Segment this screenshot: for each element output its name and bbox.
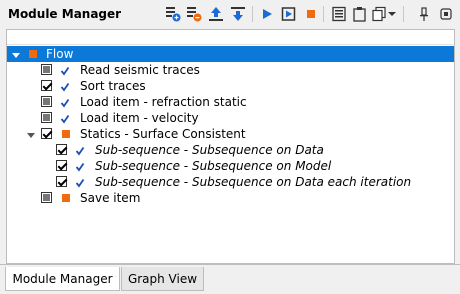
enable-checkbox[interactable]: [41, 64, 52, 75]
tree-row[interactable]: Sub-sequence - Subsequence on Model: [7, 158, 454, 174]
status-check-icon: [75, 177, 85, 188]
move-up-icon[interactable]: [208, 5, 224, 23]
toolbar-separator: [323, 6, 324, 22]
run-icon[interactable]: [259, 5, 275, 23]
stop-icon[interactable]: [303, 5, 319, 23]
tab-graph-view[interactable]: Graph View: [121, 267, 204, 291]
tree-row-flow[interactable]: Flow: [7, 46, 454, 62]
collapse-arrow-icon[interactable]: [11, 49, 21, 59]
tree-row-label: Read seismic traces: [80, 63, 200, 77]
add-module-icon[interactable]: [165, 5, 181, 23]
status-check-icon: [60, 97, 70, 108]
tab-module-manager[interactable]: Module Manager: [5, 267, 120, 291]
toolbar-separator: [403, 6, 404, 22]
enable-checkbox[interactable]: [41, 192, 52, 203]
tab-label: Graph View: [127, 271, 198, 286]
tree-row[interactable]: Save item: [7, 190, 454, 206]
window-title: Module Manager: [8, 7, 122, 21]
tree-row-label: Load item - refraction static: [80, 95, 247, 109]
pin-icon[interactable]: [416, 5, 432, 23]
tree-row[interactable]: Sub-sequence - Subsequence on Data each …: [7, 174, 454, 190]
tab-bar: Module Manager Graph View: [0, 264, 460, 294]
tree-row-label: Save item: [80, 191, 141, 205]
list-icon[interactable]: [331, 5, 347, 23]
tree-row-label: Load item - velocity: [80, 111, 199, 125]
tree-header: [7, 30, 454, 45]
status-check-icon: [60, 65, 70, 76]
toolbar-separator: [252, 6, 253, 22]
enable-checkbox[interactable]: [41, 128, 52, 139]
status-check-icon: [60, 113, 70, 124]
remove-module-icon[interactable]: [186, 5, 202, 23]
expand-arrow-icon[interactable]: [26, 129, 36, 139]
module-tree-panel: Flow Read seismic traces Sort traces Load i…: [6, 29, 455, 264]
status-check-icon: [75, 145, 85, 156]
tree-row[interactable]: Statics - Surface Consistent: [7, 126, 454, 142]
status-check-icon: [60, 81, 70, 92]
status-square-icon: [62, 194, 70, 202]
clipboard-icon[interactable]: [352, 5, 368, 23]
tree-row[interactable]: Sub-sequence - Subsequence on Data: [7, 142, 454, 158]
enable-checkbox[interactable]: [56, 160, 67, 171]
tree-row-label: Sub-sequence - Subsequence on Data each …: [95, 175, 412, 189]
enable-checkbox[interactable]: [41, 80, 52, 91]
tree-row-label: Flow: [46, 47, 74, 61]
enable-checkbox[interactable]: [41, 96, 52, 107]
enable-checkbox[interactable]: [41, 112, 52, 123]
tree-row-label: Sub-sequence - Subsequence on Model: [95, 159, 332, 173]
tree-row-label: Sub-sequence - Subsequence on Data: [95, 143, 324, 157]
status-square-icon: [62, 130, 70, 138]
enable-checkbox[interactable]: [56, 144, 67, 155]
flow-square-icon: [29, 50, 37, 58]
tree-row[interactable]: Sort traces: [7, 78, 454, 94]
tree-row[interactable]: Load item - velocity: [7, 110, 454, 126]
title-bar: Module Manager: [0, 0, 460, 29]
dropdown-icon[interactable]: [387, 5, 397, 23]
maximize-icon[interactable]: [438, 5, 454, 23]
move-down-icon[interactable]: [230, 5, 246, 23]
status-check-icon: [75, 161, 85, 172]
tree-row-label: Sort traces: [80, 79, 146, 93]
tree-row[interactable]: Load item - refraction static: [7, 94, 454, 110]
tree-row-label: Statics - Surface Consistent: [80, 127, 246, 141]
enable-checkbox[interactable]: [56, 176, 67, 187]
tree-row[interactable]: Read seismic traces: [7, 62, 454, 78]
run-step-icon[interactable]: [281, 5, 297, 23]
tab-label: Module Manager: [12, 271, 113, 286]
copy-icon[interactable]: [371, 5, 387, 23]
